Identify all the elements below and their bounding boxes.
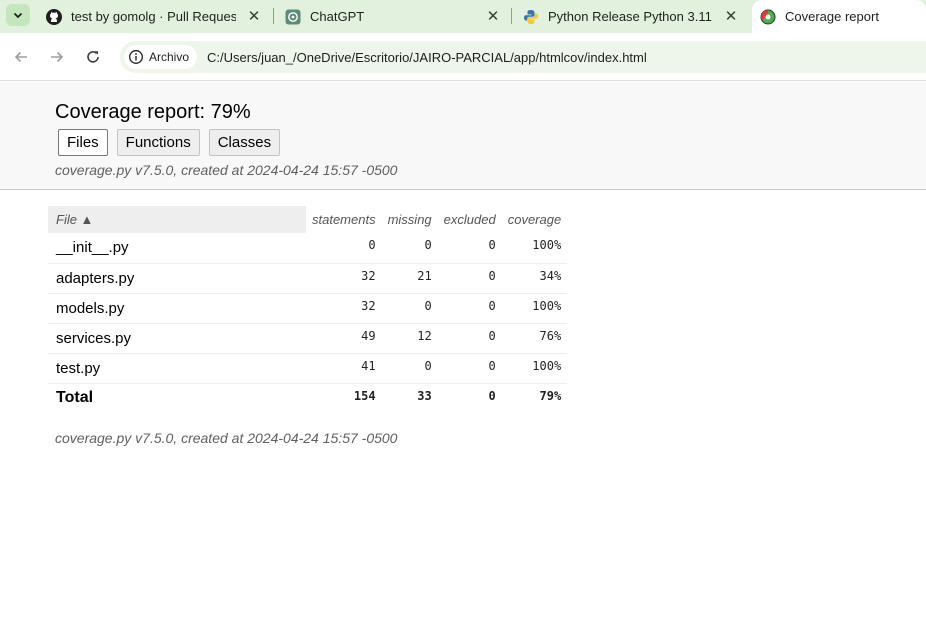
tab-title: Coverage report [785, 9, 879, 24]
tab-coverage-report[interactable]: Coverage report [752, 0, 926, 33]
arrow-right-icon [51, 51, 64, 63]
address-bar[interactable]: Archivo C:/Users/juan_/OneDrive/Escritor… [120, 41, 926, 73]
missing-cell: 21 [381, 263, 438, 294]
file-link[interactable]: test.py [48, 353, 306, 384]
statements-cell: 49 [306, 323, 382, 354]
forward-button[interactable] [45, 45, 69, 69]
column-header-excluded[interactable]: excluded [438, 206, 502, 233]
file-link[interactable]: __init__.py [48, 233, 306, 264]
reload-button[interactable] [81, 45, 105, 69]
total-excluded: 0 [488, 388, 496, 403]
close-icon[interactable]: ✕ [246, 8, 262, 25]
close-icon[interactable]: ✕ [723, 8, 739, 25]
file-link[interactable]: models.py [48, 293, 306, 324]
statements-cell: 0 [306, 233, 382, 264]
browser-toolbar: Archivo C:/Users/juan_/OneDrive/Escritor… [0, 33, 926, 81]
tab-separator [511, 8, 512, 24]
table-header-row: File ▲ statements missing excluded cover… [48, 206, 567, 233]
coverage-cell: 76% [501, 323, 568, 354]
site-info-chip[interactable]: Archivo [124, 45, 198, 69]
tab-separator [273, 8, 274, 24]
coverage-cell: 100% [501, 233, 568, 264]
excluded-cell: 0 [437, 263, 502, 294]
chatgpt-icon [285, 9, 301, 25]
arrow-left-icon [14, 51, 27, 63]
missing-cell: 0 [381, 233, 438, 264]
coverage-table: File ▲ statements missing excluded cover… [48, 206, 568, 413]
header-meta: coverage.py v7.5.0, created at 2024-04-2… [55, 162, 398, 178]
coverage-cell: 34% [501, 263, 568, 294]
excluded-cell: 0 [437, 323, 502, 354]
tab-github[interactable]: test by gomolg · Pull Request ✕ [46, 0, 270, 33]
python-icon [523, 9, 539, 25]
info-icon [129, 50, 143, 64]
column-header-coverage[interactable]: coverage [502, 206, 567, 233]
statements-cell: 32 [306, 293, 382, 324]
table-row: __init__.py 0 0 0 100% [48, 233, 568, 264]
tab-python[interactable]: Python Release Python 3.11.9 | ✕ [523, 0, 745, 33]
total-coverage: 79% [539, 388, 562, 403]
table-row: services.py 49 12 0 76% [48, 323, 568, 354]
missing-cell: 0 [381, 293, 438, 324]
total-missing: 33 [417, 388, 432, 403]
table-row: models.py 32 0 0 100% [48, 293, 568, 324]
tab-title: test by gomolg · Pull Request [71, 9, 236, 24]
tab-title: ChatGPT [310, 9, 365, 24]
reload-icon [87, 51, 99, 63]
table-row: adapters.py 32 21 0 34% [48, 263, 568, 294]
excluded-cell: 0 [437, 293, 502, 324]
footer-meta: coverage.py v7.5.0, created at 2024-04-2… [55, 430, 398, 446]
chevron-down-icon [13, 12, 23, 19]
site-chip-label: Archivo [149, 50, 190, 64]
coverage-cell: 100% [501, 353, 568, 384]
statements-cell: 32 [306, 263, 382, 294]
tab-strip: test by gomolg · Pull Request ✕ ChatGPT … [0, 0, 926, 33]
back-button[interactable] [9, 45, 33, 69]
close-icon[interactable]: ✕ [485, 8, 501, 25]
table-row: test.py 41 0 0 100% [48, 353, 568, 384]
tab-search-button[interactable] [6, 4, 30, 26]
missing-cell: 0 [381, 353, 438, 384]
github-icon [46, 8, 62, 25]
view-buttons: Files Functions Classes [58, 129, 289, 156]
files-button[interactable]: Files [58, 129, 108, 156]
column-header-missing[interactable]: missing [382, 206, 438, 233]
tab-chatgpt[interactable]: ChatGPT ✕ [285, 0, 507, 33]
excluded-cell: 0 [437, 353, 502, 384]
excluded-cell: 0 [437, 233, 502, 264]
tab-title: Python Release Python 3.11.9 | [548, 9, 712, 24]
statements-cell: 41 [306, 353, 382, 384]
page-title: Coverage report: 79% [55, 101, 251, 123]
total-label: Total [56, 389, 94, 407]
functions-button[interactable]: Functions [116, 129, 200, 156]
total-statements: 154 [353, 388, 376, 403]
report-header: Coverage report: 79% Files Functions Cla… [0, 82, 926, 190]
column-header-statements[interactable]: statements [306, 206, 382, 233]
file-link[interactable]: services.py [48, 323, 306, 354]
file-link[interactable]: adapters.py [48, 263, 306, 294]
missing-cell: 12 [381, 323, 438, 354]
total-row: Total 154 33 0 79% [48, 383, 567, 413]
classes-button[interactable]: Classes [208, 129, 281, 156]
coverage-icon [760, 9, 776, 25]
url-text[interactable]: C:/Users/juan_/OneDrive/Escritorio/JAIRO… [207, 50, 647, 65]
column-header-file[interactable]: File ▲ [48, 206, 306, 233]
coverage-cell: 100% [501, 293, 568, 324]
